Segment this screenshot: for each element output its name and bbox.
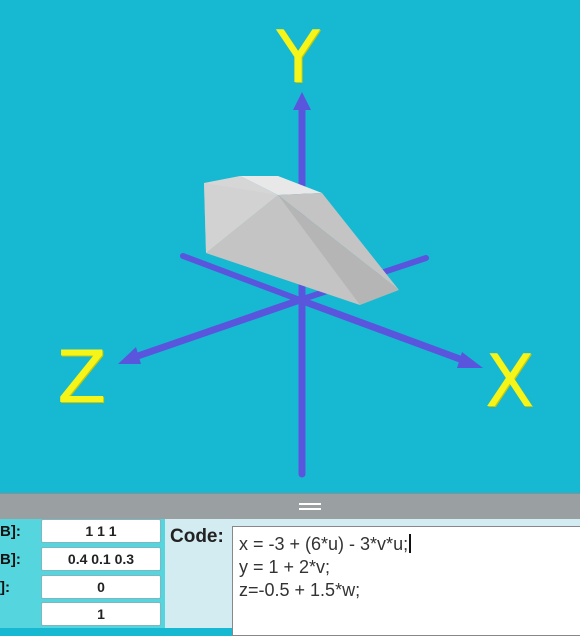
x-axis-label: X <box>485 339 535 423</box>
text-caret <box>409 534 412 553</box>
code-editor[interactable]: x = -3 + (6*u) - 3*v*u; y = 1 + 2*v; z=-… <box>232 526 580 636</box>
code-line-2: y = 1 + 2*v; <box>239 557 331 577</box>
x-axis-arrow-icon <box>457 352 483 368</box>
panel-splitter[interactable] <box>0 493 580 519</box>
x-axis <box>296 296 472 366</box>
field-input-1[interactable]: 1 1 1 <box>41 519 161 543</box>
code-line-1: x = -3 + (6*u) - 3*v*u; <box>239 534 409 554</box>
y-axis-label: Y <box>276 15 320 99</box>
z-axis-arrow-icon <box>118 347 141 364</box>
code-line-3: z=-0.5 + 1.5*w; <box>239 580 361 600</box>
field-label-3: ]: <box>0 579 10 596</box>
field-input-4[interactable]: 1 <box>41 602 161 626</box>
field-input-2[interactable]: 0.4 0.1 0.3 <box>41 547 161 571</box>
code-label: Code: <box>170 526 224 547</box>
drag-handle-icon[interactable] <box>299 503 321 511</box>
field-label-2: B]: <box>0 551 21 568</box>
z-axis-label: Z <box>57 335 107 419</box>
3d-viewport[interactable]: Y Z X <box>0 0 580 493</box>
bottom-panel: B]: 1 1 1 B]: 0.4 0.1 0.3 ]: 0 1 Code: x… <box>0 519 580 636</box>
parameter-column: B]: 1 1 1 B]: 0.4 0.1 0.3 ]: 0 1 <box>0 519 165 628</box>
field-label-1: B]: <box>0 523 21 540</box>
field-input-3[interactable]: 0 <box>41 575 161 599</box>
z-axis <box>128 296 304 362</box>
